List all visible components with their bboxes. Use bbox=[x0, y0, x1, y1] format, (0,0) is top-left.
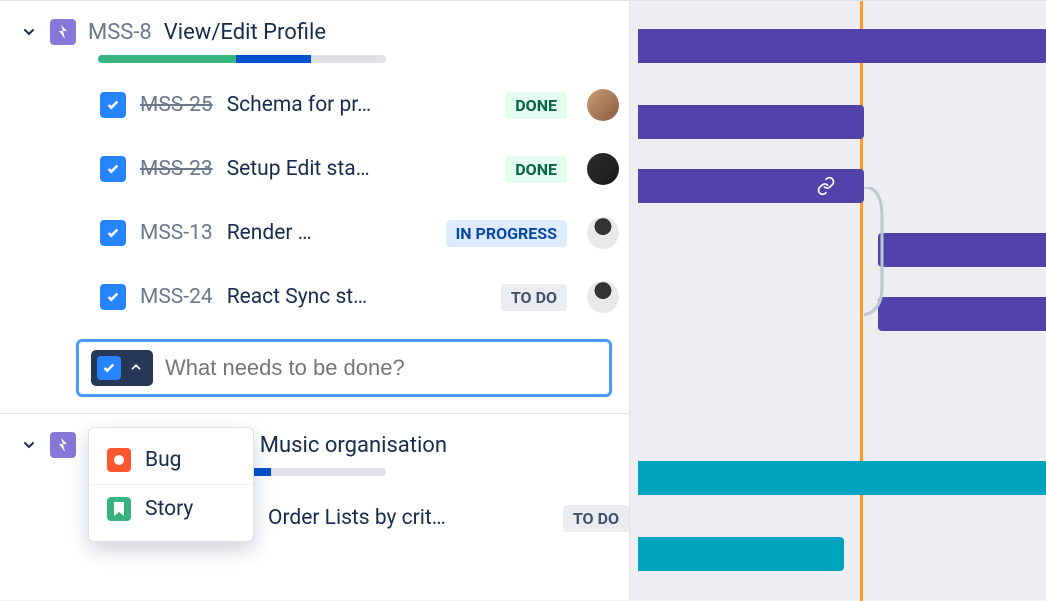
issue-title[interactable]: View/Edit Profile bbox=[164, 20, 326, 45]
summary-input[interactable] bbox=[165, 355, 597, 381]
status-badge[interactable]: DONE bbox=[505, 92, 567, 119]
issue-row[interactable]: MSS-24 React Sync st… TO DO bbox=[0, 265, 629, 329]
issue-title[interactable]: p Music organisation bbox=[242, 433, 447, 458]
timeline-bar[interactable] bbox=[638, 537, 844, 571]
avatar[interactable] bbox=[587, 281, 619, 313]
issue-title[interactable]: React Sync st… bbox=[227, 285, 487, 309]
epic-icon bbox=[50, 432, 76, 458]
task-icon bbox=[100, 284, 126, 310]
avatar[interactable] bbox=[587, 153, 619, 185]
chevron-down-icon[interactable] bbox=[20, 436, 38, 454]
task-icon bbox=[97, 356, 121, 380]
timeline-bar[interactable] bbox=[638, 169, 864, 203]
task-icon bbox=[100, 156, 126, 182]
create-issue-input[interactable] bbox=[76, 339, 612, 397]
issue-row[interactable]: MSS-23 Setup Edit sta… DONE bbox=[0, 137, 629, 201]
task-icon bbox=[100, 220, 126, 246]
timeline-bar[interactable] bbox=[878, 233, 1046, 267]
link-icon[interactable] bbox=[816, 176, 836, 200]
status-badge[interactable]: TO DO bbox=[501, 284, 567, 311]
chevron-down-icon[interactable] bbox=[20, 23, 38, 41]
issue-key[interactable]: MSS-13 bbox=[140, 221, 213, 245]
issues-panel: MSS-8 View/Edit Profile MSS-25 Schema fo… bbox=[0, 0, 630, 600]
issue-row[interactable]: MSS-13 Render … IN PROGRESS bbox=[0, 201, 629, 265]
timeline-bar[interactable] bbox=[638, 105, 864, 139]
issue-title[interactable]: Order Lists by crit… bbox=[268, 506, 549, 530]
dependency-line bbox=[858, 187, 898, 327]
timeline-bar[interactable] bbox=[638, 29, 1046, 63]
issue-key[interactable]: MSS-8 bbox=[88, 20, 152, 45]
issue-row[interactable]: MSS-25 Schema for pr… DONE bbox=[0, 73, 629, 137]
issue-type-picker[interactable] bbox=[91, 350, 153, 386]
progress-done bbox=[98, 55, 236, 63]
status-badge[interactable]: TO DO bbox=[563, 505, 629, 532]
dropdown-label: Bug bbox=[145, 448, 181, 472]
issue-type-dropdown: Bug Story bbox=[88, 427, 254, 542]
timeline-bar[interactable] bbox=[878, 297, 1046, 331]
status-badge[interactable]: IN PROGRESS bbox=[446, 220, 567, 247]
issue-key[interactable]: MSS-24 bbox=[140, 285, 213, 309]
epic-icon bbox=[50, 19, 76, 45]
avatar[interactable] bbox=[587, 217, 619, 249]
story-icon bbox=[107, 497, 131, 521]
timeline-bar[interactable] bbox=[638, 461, 1046, 495]
dropdown-label: Story bbox=[145, 497, 193, 521]
epic-row[interactable]: MSS-8 View/Edit Profile bbox=[0, 1, 629, 51]
issue-title[interactable]: Render … bbox=[227, 221, 432, 245]
issue-title[interactable]: Schema for pr… bbox=[227, 93, 492, 117]
dropdown-item-story[interactable]: Story bbox=[89, 484, 253, 533]
chevron-up-icon bbox=[129, 359, 143, 378]
status-badge[interactable]: DONE bbox=[505, 156, 567, 183]
issue-key[interactable]: MSS-25 bbox=[140, 93, 213, 117]
progress-inprogress bbox=[236, 55, 311, 63]
bug-icon bbox=[107, 448, 131, 472]
avatar[interactable] bbox=[587, 89, 619, 121]
task-icon bbox=[100, 92, 126, 118]
timeline-panel[interactable] bbox=[630, 0, 1046, 600]
progress-bar bbox=[98, 55, 386, 63]
issue-key[interactable]: MSS-23 bbox=[140, 157, 213, 181]
dropdown-item-bug[interactable]: Bug bbox=[89, 436, 253, 484]
issue-title[interactable]: Setup Edit sta… bbox=[227, 157, 492, 181]
